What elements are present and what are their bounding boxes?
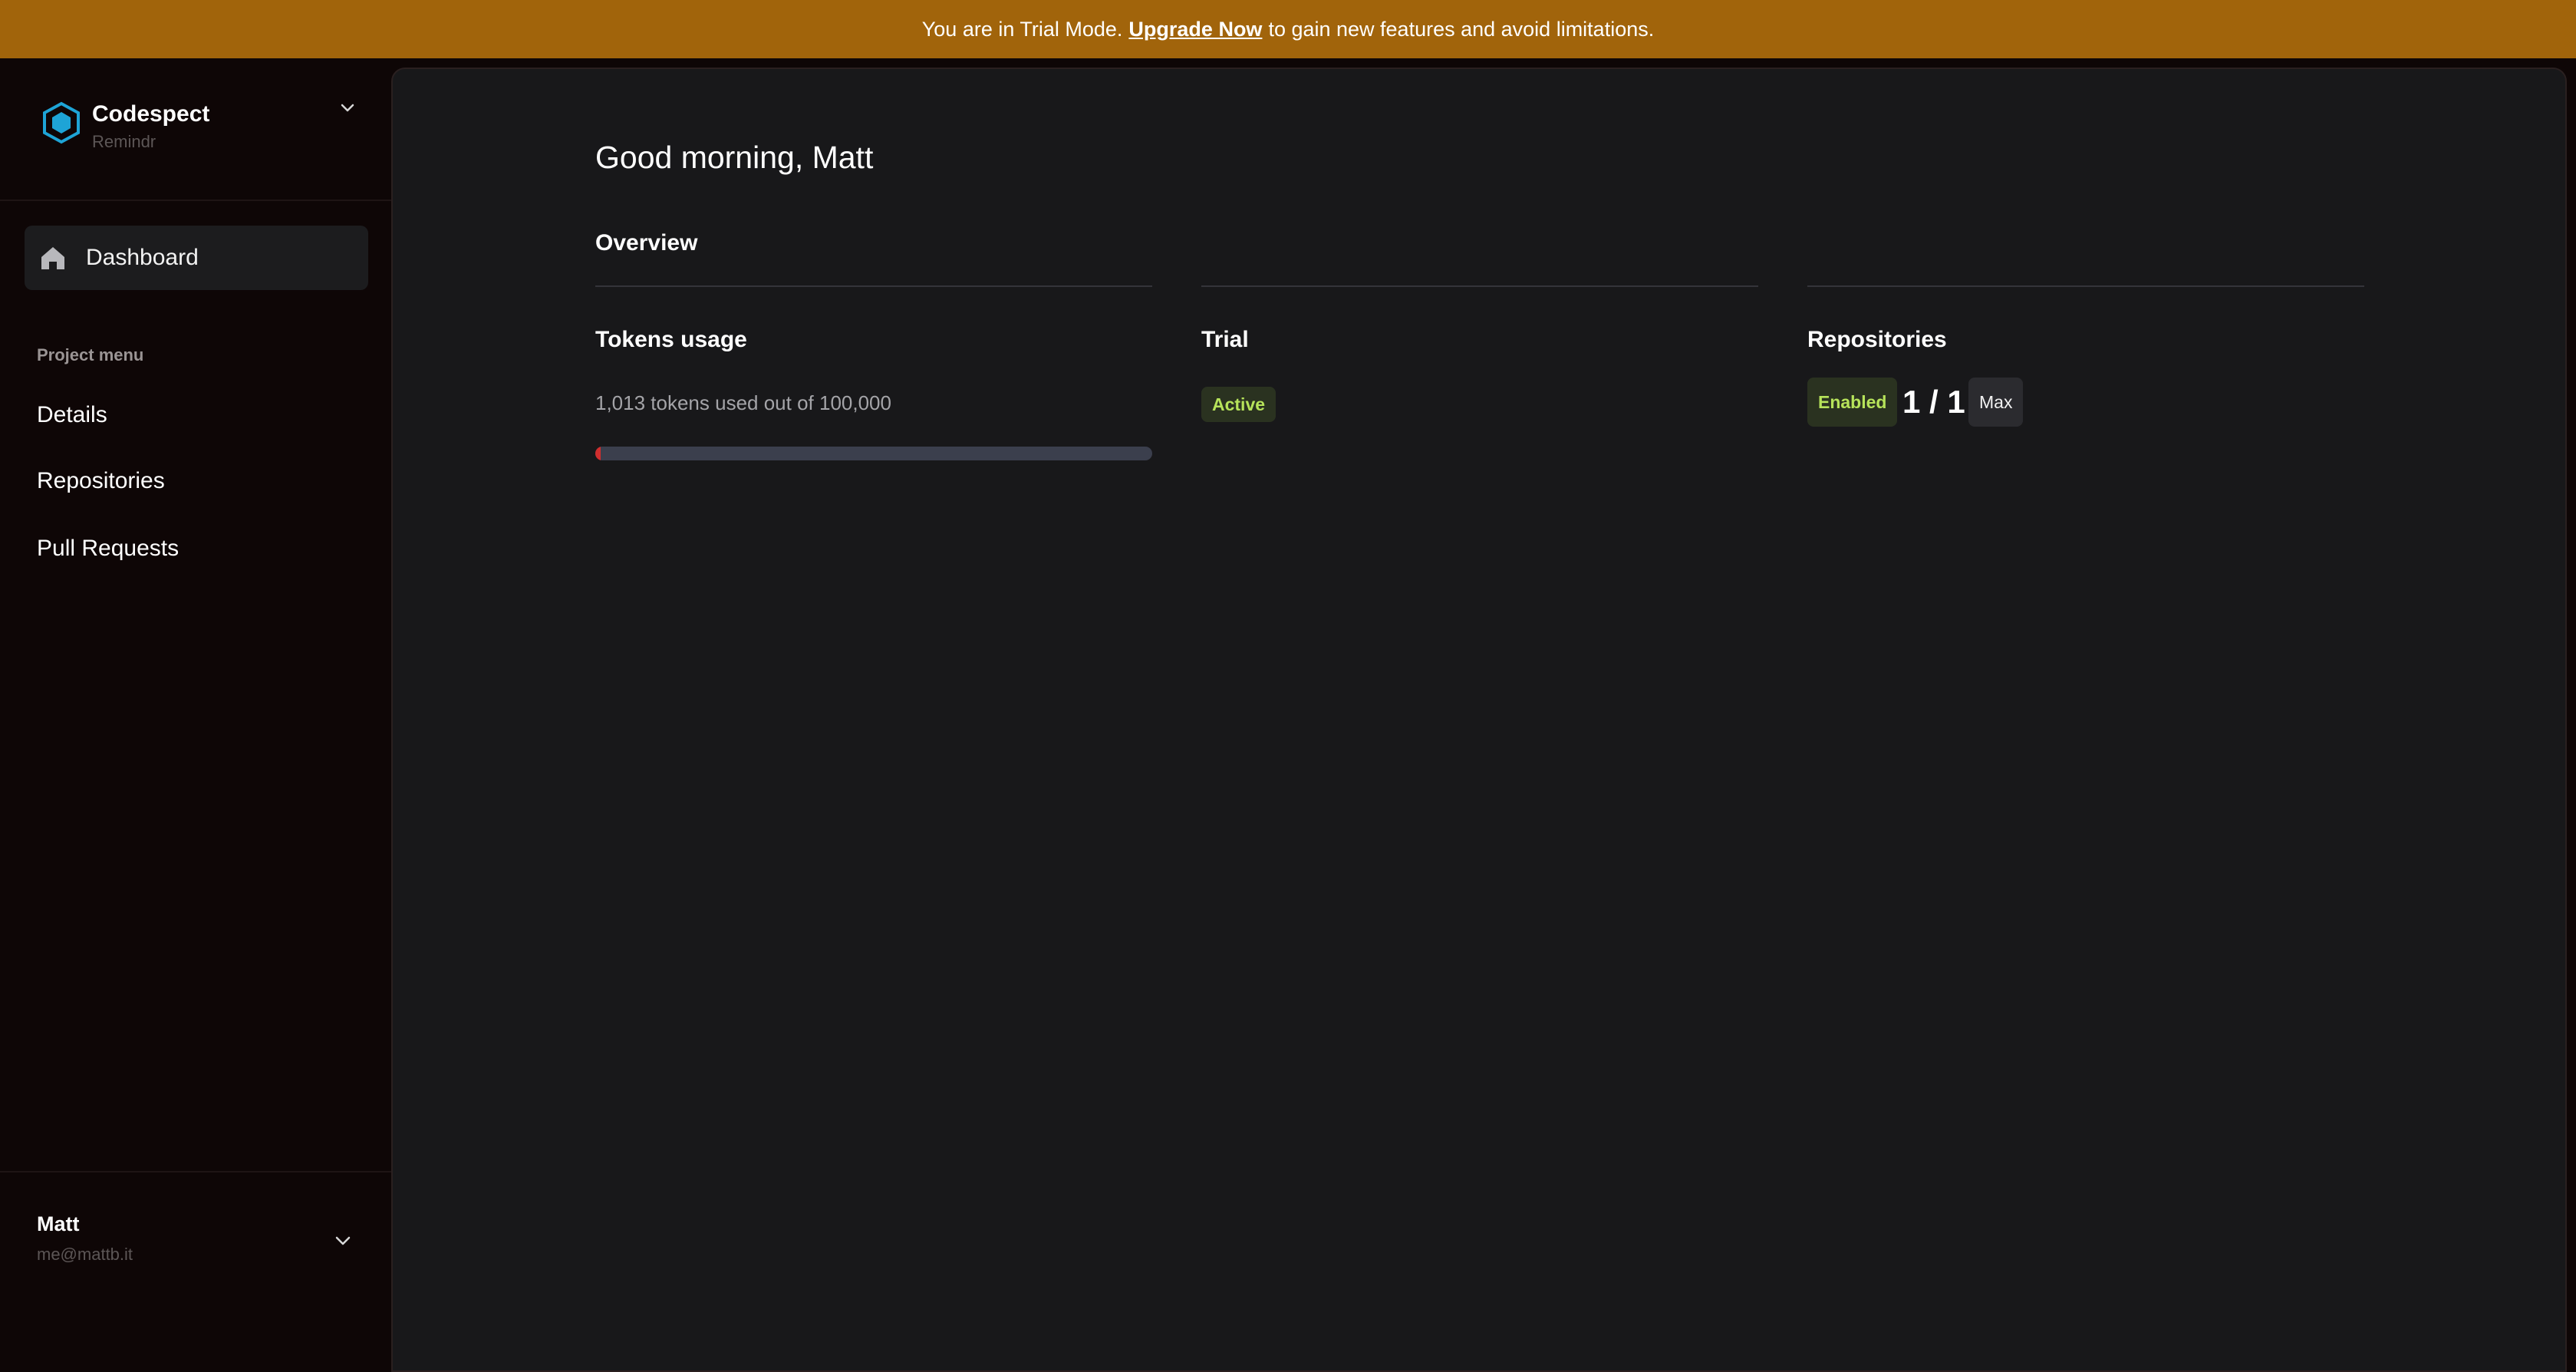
trial-banner: You are in Trial Mode. Upgrade Now to ga… <box>0 0 2576 58</box>
repositories-limit-badge: Max <box>1968 378 2024 427</box>
repositories-card: Repositories Enabled 1 / 1 Max <box>1807 285 2364 516</box>
tokens-usage-card: Tokens usage 1,013 tokens used out of 10… <box>595 285 1152 516</box>
upgrade-now-link[interactable]: Upgrade Now <box>1128 18 1262 41</box>
user-email: me@mattb.it <box>37 1245 133 1264</box>
sidebar-item-details[interactable]: Details <box>37 402 107 428</box>
tokens-progress-bar <box>595 447 1152 460</box>
project-menu-title: Project menu <box>37 345 144 364</box>
brand-name: Codespect <box>92 101 210 127</box>
chevron-down-icon[interactable] <box>336 97 359 120</box>
overview-heading: Overview <box>595 230 698 256</box>
sidebar-item-dashboard[interactable]: Dashboard <box>25 226 368 290</box>
repositories-count: 1 / 1 <box>1902 384 1965 420</box>
hexagon-logo-icon <box>43 101 80 144</box>
user-menu[interactable]: Matt me@mattb.it <box>0 1171 391 1364</box>
page-title: Good morning, Matt <box>595 140 874 175</box>
repositories-title: Repositories <box>1807 327 1947 352</box>
repositories-status-badge: Enabled <box>1807 378 1898 427</box>
trial-status-badge: Active <box>1201 387 1276 422</box>
home-icon <box>41 247 64 269</box>
sidebar: Codespect Remindr Dashboard Project menu… <box>0 58 391 1364</box>
sidebar-item-repositories[interactable]: Repositories <box>37 468 165 494</box>
tokens-progress-fill <box>595 447 601 460</box>
main-panel: Good morning, Matt Overview Tokens usage… <box>391 68 2567 1372</box>
trial-title: Trial <box>1201 327 1249 352</box>
project-name: Remindr <box>92 132 156 151</box>
tokens-usage-text: 1,013 tokens used out of 100,000 <box>595 391 891 414</box>
banner-text-prefix: You are in Trial Mode. <box>921 17 1123 41</box>
sidebar-item-pull-requests[interactable]: Pull Requests <box>37 536 179 562</box>
user-name: Matt <box>37 1212 80 1235</box>
tokens-usage-title: Tokens usage <box>595 327 747 352</box>
chevron-down-icon[interactable] <box>330 1228 356 1254</box>
project-switcher[interactable]: Codespect Remindr <box>0 58 391 201</box>
trial-card: Trial Active <box>1201 285 1758 516</box>
sidebar-item-label: Dashboard <box>86 245 199 270</box>
banner-text-suffix: to gain new features and avoid limitatio… <box>1268 17 1655 41</box>
